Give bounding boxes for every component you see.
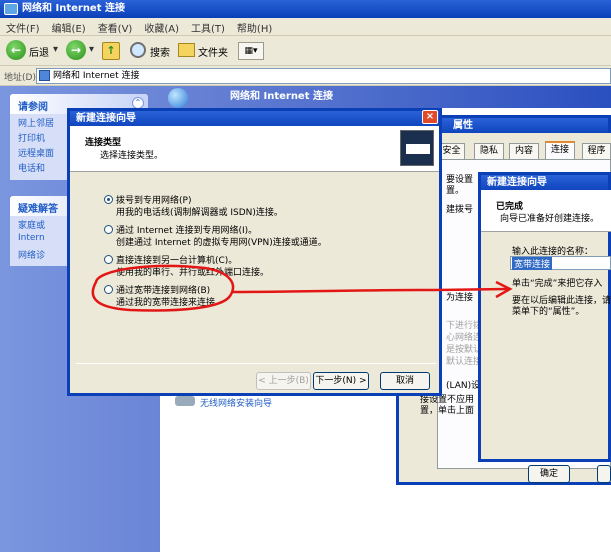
folders-button-label[interactable]: 文件夹 [198, 44, 228, 59]
folder-header-title: 网络和 Internet 连接 [230, 91, 333, 102]
screenshot-root: 网络和 Internet 连接 文件(F) 编辑(E) 查看(V) 收藏(A) 工具(T… [0, 0, 611, 552]
option-desc: 使用我的串行、并行或红外端口连接。 [116, 268, 270, 278]
globe-icon [168, 88, 188, 108]
back-button-label[interactable]: 后退 [29, 44, 49, 59]
tab-content[interactable]: 内容 [509, 143, 539, 159]
wizard-heading: 连接类型 [85, 138, 122, 148]
radio-direct[interactable] [104, 255, 113, 264]
forward-arrow-icon[interactable]: → [66, 40, 86, 60]
network-folder-icon [4, 3, 18, 15]
menu-edit[interactable]: 编辑(E) [46, 18, 92, 37]
ok-button[interactable]: 确定 [528, 465, 570, 483]
explorer-title-bar: 网络和 Internet 连接 [0, 0, 611, 18]
wireless-setup-link[interactable]: 无线网络安装向导 [200, 396, 272, 409]
cancel-button-partial[interactable] [597, 465, 611, 483]
radio-vpn[interactable] [104, 225, 113, 234]
folders-icon[interactable] [178, 43, 195, 57]
address-value: 网络和 Internet 连接 [53, 71, 140, 81]
wizard-divider [76, 363, 436, 364]
computer-icon [406, 144, 430, 154]
option-desc: 创建通过 Internet 的虚拟专用网(VPN)连接或通道。 [116, 238, 327, 248]
views-icon[interactable]: ▦▾ [238, 42, 264, 60]
option-desc: 用我的电话线(调制解调器或 ISDN)连接。 [116, 208, 283, 218]
connection-wizard-icon [400, 130, 434, 166]
props-text: 建拨号 [446, 205, 474, 215]
up-folder-icon[interactable]: ↑ [102, 42, 120, 60]
completion-note: 菜单下的“属性”。 [512, 307, 585, 317]
wireless-icon [175, 396, 195, 406]
tab-programs[interactable]: 程序 [582, 143, 611, 159]
close-icon[interactable]: × [422, 110, 438, 124]
next-button[interactable]: 下一步(N) > [313, 372, 369, 390]
tab-connections[interactable]: 连接 [545, 141, 575, 159]
menu-file[interactable]: 文件(F) [0, 18, 46, 37]
menu-bar: 文件(F) 编辑(E) 查看(V) 收藏(A) 工具(T) 帮助(H) [0, 18, 611, 36]
menu-view[interactable]: 查看(V) [92, 18, 139, 37]
menu-help[interactable]: 帮助(H) [231, 18, 278, 37]
menu-tools[interactable]: 工具(T) [185, 18, 231, 37]
address-field[interactable]: 网络和 Internet 连接 [36, 68, 611, 84]
radio-dialup[interactable] [104, 195, 113, 204]
tab-privacy[interactable]: 隐私 [474, 143, 504, 159]
cancel-button[interactable]: 取消 [380, 372, 430, 390]
props-text: 默认连接 [446, 357, 483, 367]
props-text: 置，单击上面 [420, 406, 475, 416]
props-text: 为连接 [446, 293, 474, 303]
back-arrow-icon[interactable]: ← [6, 40, 26, 60]
menu-favorites[interactable]: 收藏(A) [138, 18, 185, 37]
address-label: 地址(D) [4, 73, 36, 83]
search-button-label[interactable]: 搜索 [150, 44, 170, 59]
props-text: 置。 [446, 186, 465, 196]
completion-note: 单击“完成”来把它存入 [512, 279, 603, 289]
window-title: 网络和 Internet 连接 [22, 3, 125, 14]
connection-name-value: 宽带连接 [512, 257, 553, 270]
folder-header: 网络和 Internet 连接 [160, 86, 611, 108]
completion-subheading: 向导已准备好创建连接。 [500, 214, 600, 224]
props-text: (LAN)设 [446, 381, 481, 391]
tab-security[interactable]: 安全 [438, 143, 465, 159]
search-icon[interactable] [130, 42, 146, 58]
radio-broadband[interactable] [104, 285, 113, 294]
address-network-icon [39, 70, 50, 81]
forward-dropdown-icon[interactable]: ▾ [89, 44, 94, 55]
wizard-subheading: 选择连接类型。 [100, 151, 164, 161]
back-button[interactable]: < 上一步(B) [256, 372, 311, 390]
option-desc: 通过我的宽带连接来连接 [116, 298, 216, 308]
back-dropdown-icon[interactable]: ▾ [53, 44, 58, 55]
